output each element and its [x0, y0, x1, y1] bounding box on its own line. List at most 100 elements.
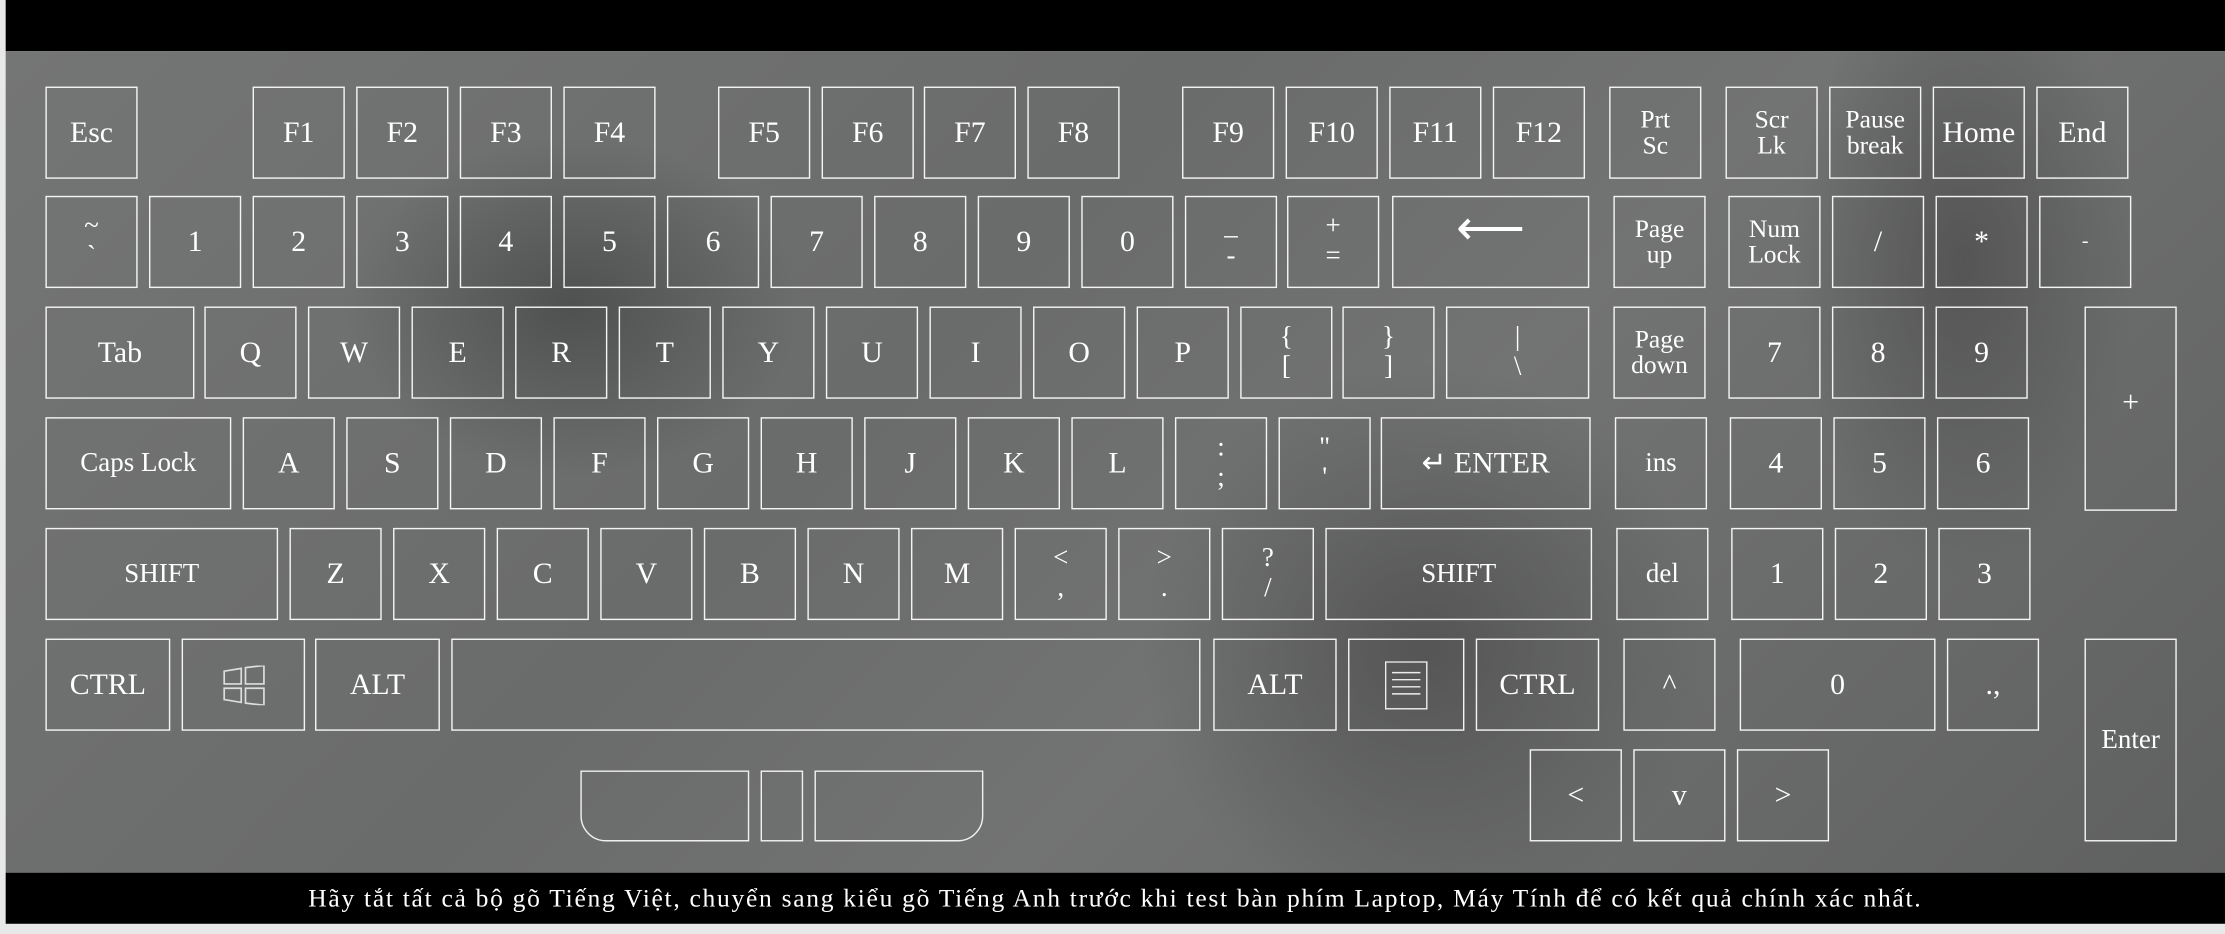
key-lshift[interactable]: SHIFT [45, 527, 279, 621]
key-y[interactable]: Y [722, 306, 815, 399]
key-f6[interactable]: F6 [821, 86, 914, 179]
key-pageup[interactable]: Page up [1613, 195, 1706, 289]
key-pagedown[interactable]: Page down [1613, 306, 1706, 399]
key-minus[interactable]: _ - [1184, 195, 1278, 289]
key-d[interactable]: D [449, 417, 543, 510]
key-end[interactable]: End [2036, 86, 2129, 179]
key-m[interactable]: M [910, 527, 1004, 621]
key-numdiv[interactable]: / [1831, 195, 1925, 289]
key-d7[interactable]: 7 [770, 195, 863, 289]
key-ralt[interactable]: ALT [1213, 638, 1337, 731]
key-d6[interactable]: 6 [666, 195, 760, 289]
key-num4[interactable]: 4 [1729, 417, 1822, 510]
key-pause[interactable]: Pause break [1829, 86, 1922, 179]
key-e[interactable]: E [411, 306, 504, 399]
key-num6[interactable]: 6 [1936, 417, 2030, 510]
key-a[interactable]: A [242, 417, 335, 510]
key-home[interactable]: Home [1932, 86, 2025, 179]
key-comma[interactable]: <, [1014, 527, 1107, 621]
key-semicolon[interactable]: :; [1174, 417, 1268, 510]
key-d9[interactable]: 9 [977, 195, 1070, 289]
key-backspace[interactable]: ⟵ [1392, 195, 1590, 289]
key-rshift[interactable]: SHIFT [1325, 527, 1593, 621]
key-q[interactable]: Q [204, 306, 297, 399]
key-period[interactable]: >. [1118, 527, 1211, 621]
key-r[interactable]: R [515, 306, 608, 399]
key-z[interactable]: Z [289, 527, 382, 621]
key-left[interactable]: < [1529, 749, 1622, 842]
key-f9[interactable]: F9 [1182, 86, 1275, 179]
key-right[interactable]: > [1736, 749, 1830, 842]
key-lbrace[interactable]: {[ [1240, 306, 1333, 399]
key-num0[interactable]: 0 [1739, 638, 1936, 731]
key-num9[interactable]: 9 [1935, 306, 2028, 399]
key-h[interactable]: H [760, 417, 853, 510]
key-numadd[interactable]: + [2084, 306, 2177, 511]
key-num3[interactable]: 3 [1938, 527, 2031, 621]
key-tab[interactable]: Tab [45, 306, 195, 399]
key-equal[interactable]: + = [1287, 195, 1380, 289]
key-t[interactable]: T [618, 306, 711, 399]
key-f5[interactable]: F5 [718, 86, 811, 179]
key-d8[interactable]: 8 [874, 195, 967, 289]
key-f1[interactable]: F1 [252, 86, 345, 179]
key-d1[interactable]: 1 [148, 195, 242, 289]
key-o[interactable]: O [1033, 306, 1126, 399]
key-j[interactable]: J [864, 417, 957, 510]
key-ins[interactable]: ins [1614, 417, 1708, 510]
key-d4[interactable]: 4 [459, 195, 552, 289]
key-rbrace[interactable]: }] [1342, 306, 1435, 399]
key-nummul[interactable]: * [1935, 195, 2028, 289]
key-d3[interactable]: 3 [356, 195, 449, 289]
key-win[interactable] [181, 638, 306, 731]
key-numdot[interactable]: ., [1946, 638, 2040, 731]
key-prtsc[interactable]: Prt Sc [1609, 86, 1702, 179]
key-g[interactable]: G [656, 417, 750, 510]
key-d0[interactable]: 0 [1081, 195, 1174, 289]
key-numlock[interactable]: Num Lock [1728, 195, 1821, 289]
key-pipe[interactable]: | \ [1445, 306, 1590, 399]
key-num2[interactable]: 2 [1834, 527, 1928, 621]
key-d5[interactable]: 5 [563, 195, 656, 289]
key-i[interactable]: I [929, 306, 1022, 399]
key-num1[interactable]: 1 [1731, 527, 1824, 621]
touchpad-right-button[interactable] [814, 770, 984, 842]
key-lalt[interactable]: ALT [315, 638, 440, 731]
key-p[interactable]: P [1136, 306, 1229, 399]
key-l[interactable]: L [1071, 417, 1164, 510]
key-f2[interactable]: F2 [356, 86, 449, 179]
key-lctrl[interactable]: CTRL [45, 638, 171, 731]
key-num7[interactable]: 7 [1728, 306, 1821, 399]
key-down[interactable]: v [1633, 749, 1726, 842]
key-up[interactable]: ^ [1623, 638, 1716, 731]
key-c[interactable]: C [496, 527, 589, 621]
key-numsub[interactable]: - [2039, 195, 2132, 289]
key-d2[interactable]: 2 [252, 195, 345, 289]
key-num8[interactable]: 8 [1831, 306, 1925, 399]
key-quote[interactable]: " ' [1278, 417, 1371, 510]
key-b[interactable]: B [703, 527, 797, 621]
touchpad-middle[interactable] [760, 770, 804, 842]
touchpad-left-button[interactable] [580, 770, 750, 842]
key-f8[interactable]: F8 [1027, 86, 1120, 179]
key-s[interactable]: S [346, 417, 439, 510]
key-slash[interactable]: ? / [1221, 527, 1314, 621]
key-f12[interactable]: F12 [1492, 86, 1586, 179]
key-numenter[interactable]: Enter [2084, 638, 2177, 842]
key-f7[interactable]: F7 [923, 86, 1017, 179]
key-n[interactable]: N [807, 527, 900, 621]
key-f10[interactable]: F10 [1285, 86, 1378, 179]
key-esc[interactable]: Esc [45, 86, 138, 179]
key-caps[interactable]: Caps Lock [45, 417, 232, 510]
key-f3[interactable]: F3 [459, 86, 552, 179]
key-rctrl[interactable]: CTRL [1475, 638, 1600, 731]
key-x[interactable]: X [393, 527, 486, 621]
key-k[interactable]: K [967, 417, 1060, 510]
key-space[interactable] [451, 638, 1201, 731]
key-f11[interactable]: F11 [1389, 86, 1482, 179]
key-num5[interactable]: 5 [1833, 417, 1926, 510]
key-v[interactable]: V [600, 527, 693, 621]
key-f4[interactable]: F4 [563, 86, 656, 179]
key-tilde[interactable]: ~ ` [45, 195, 138, 289]
key-enter[interactable]: ↵ ENTER [1380, 417, 1591, 510]
